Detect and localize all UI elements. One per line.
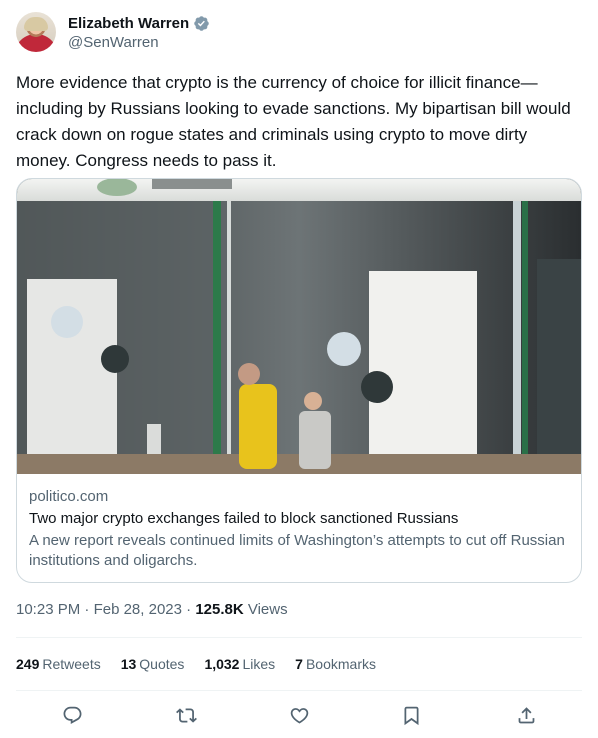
share-icon	[518, 706, 534, 723]
author-name-row: Elizabeth Warren	[68, 13, 210, 33]
bookmarks-stat[interactable]: 7 Bookmarks	[295, 656, 376, 672]
tweet-text: More evidence that crypto is the currenc…	[16, 73, 571, 170]
card-meta: politico.com Two major crypto exchanges …	[29, 487, 569, 571]
quotes-count: 13	[120, 656, 137, 672]
card-domain: politico.com	[29, 488, 109, 505]
engagement-stats: 249 Retweets 13 Quotes 1,032 Likes 7 Bookmar…	[16, 652, 582, 676]
likes-count: 1,032	[204, 656, 240, 672]
likes-label: Likes	[242, 656, 276, 672]
card-description: A new report reveals continued limits of…	[29, 532, 565, 569]
retweet-button[interactable]	[173, 702, 199, 728]
action-bar	[16, 700, 582, 730]
retweet-icon	[175, 707, 197, 723]
retweets-stat[interactable]: 249 Retweets	[16, 656, 101, 672]
share-button[interactable]	[513, 702, 539, 728]
meta-separator: ·	[80, 601, 94, 618]
tweet-timestamp: 10:23 PM · Feb 28, 2023 · 125.8K Views	[16, 600, 288, 620]
bookmark-button[interactable]	[398, 702, 424, 728]
quotes-stat[interactable]: 13 Quotes	[121, 656, 185, 672]
divider	[16, 637, 582, 638]
author-handle[interactable]: @SenWarren	[68, 34, 159, 51]
meta-separator: ·	[181, 601, 196, 618]
quotes-label: Quotes	[139, 656, 185, 672]
views-count: 125.8K	[195, 601, 244, 618]
tweet-header: Elizabeth Warren @SenWarren	[16, 12, 582, 54]
bookmarks-count: 7	[295, 656, 303, 672]
likes-stat[interactable]: 1,032 Likes	[204, 656, 275, 672]
card-image[interactable]	[17, 179, 581, 474]
views-label: Views	[247, 601, 288, 618]
tweet-date[interactable]: Feb 28, 2023	[94, 601, 182, 618]
reply-icon	[63, 706, 81, 724]
reply-button[interactable]	[59, 702, 85, 728]
like-icon	[290, 707, 308, 724]
verified-badge-icon[interactable]	[193, 15, 210, 32]
card-title: Two major crypto exchanges failed to blo…	[29, 510, 459, 527]
retweets-label: Retweets	[42, 656, 101, 672]
tweet-time[interactable]: 10:23 PM	[16, 601, 80, 618]
divider	[16, 690, 582, 691]
bookmark-icon	[404, 706, 418, 725]
avatar[interactable]	[16, 12, 56, 52]
link-card[interactable]: politico.com Two major crypto exchanges …	[16, 178, 582, 583]
like-button[interactable]	[286, 702, 312, 728]
author-name[interactable]: Elizabeth Warren	[68, 15, 189, 32]
bookmarks-label: Bookmarks	[305, 656, 376, 672]
retweets-count: 249	[16, 656, 40, 672]
